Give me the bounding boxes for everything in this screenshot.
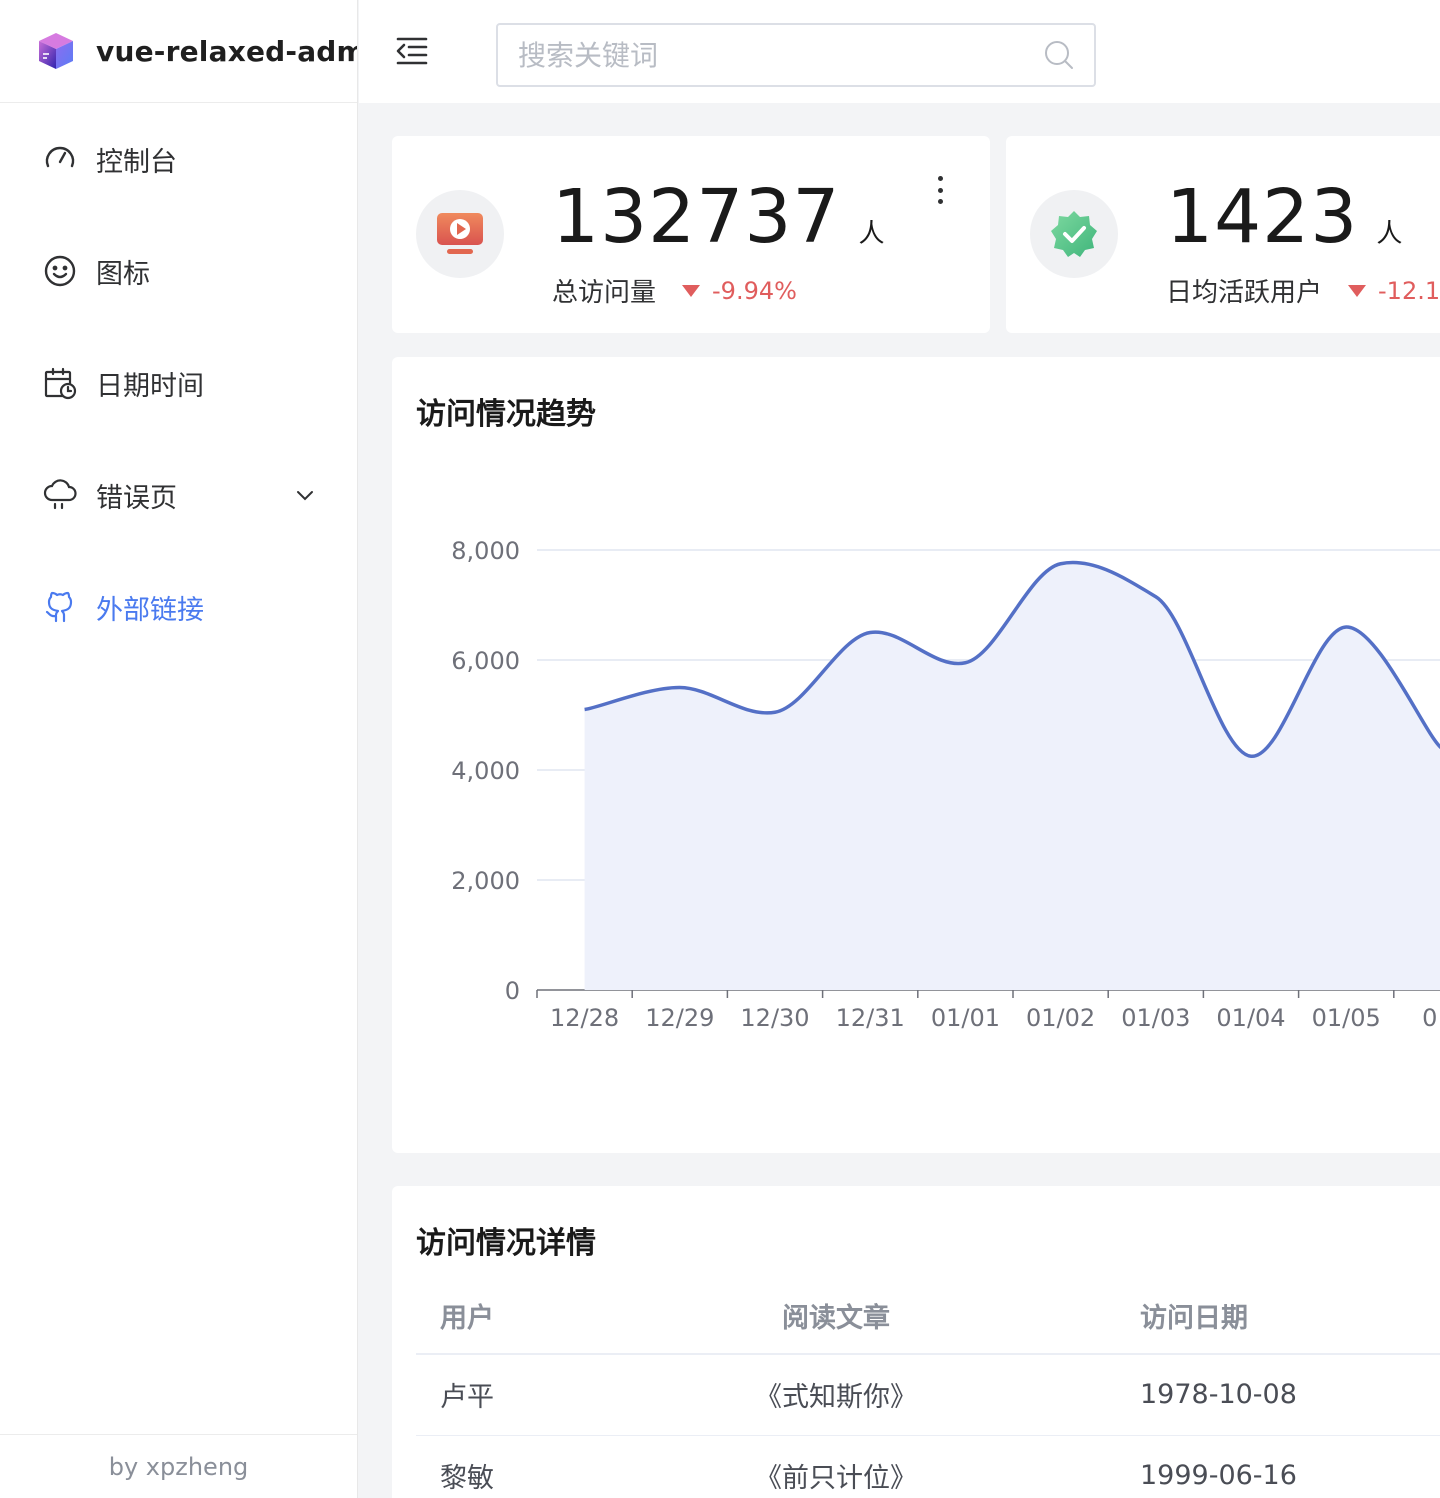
cell-date: 1978-10-08 bbox=[956, 1354, 1440, 1436]
table-title: 访问情况详情 bbox=[416, 1226, 596, 1261]
stat-label-row: 总访问量 -9.94% bbox=[552, 272, 797, 309]
stat-value: 132737 人 bbox=[552, 174, 886, 260]
stat-number: 132737 bbox=[552, 174, 841, 260]
visits-table: 用户 阅读文章 访问日期 卢平 《式知斯你》 1978-10-08 黎敏 《前只… bbox=[416, 1278, 1440, 1498]
y-tick-label: 4,000 bbox=[451, 757, 520, 785]
sidebar-item-label: 错误页 bbox=[96, 482, 177, 514]
search-input[interactable] bbox=[518, 38, 1044, 72]
sidebar-item-dashboard[interactable]: 控制台 bbox=[0, 103, 357, 215]
stat-label: 日均活跃用户 bbox=[1166, 278, 1323, 308]
x-tick-label: 12/29 bbox=[645, 1004, 714, 1032]
cube-logo-icon bbox=[39, 33, 73, 69]
stat-value: 1423 人 bbox=[1166, 174, 1403, 260]
x-tick-label: 01/ bbox=[1422, 1004, 1440, 1032]
stat-icon-container bbox=[416, 190, 504, 278]
sidebar-footer: by xpzheng bbox=[0, 1434, 357, 1498]
trend-down-icon bbox=[682, 284, 701, 297]
stat-change-value: -9.94% bbox=[712, 276, 797, 305]
verified-badge-icon bbox=[1051, 211, 1097, 257]
x-tick-label: 12/28 bbox=[550, 1004, 619, 1032]
top-header bbox=[359, 0, 1440, 103]
table-row[interactable]: 黎敏 《前只计位》 1999-06-16 bbox=[416, 1435, 1440, 1498]
x-tick-label: 01/04 bbox=[1216, 1004, 1285, 1032]
sidebar-item-label: 外部链接 bbox=[96, 594, 204, 626]
calendar-clock-icon bbox=[42, 365, 78, 401]
stat-unit: 人 bbox=[1376, 219, 1404, 249]
x-tick-label: 12/31 bbox=[836, 1004, 905, 1032]
visits-trend-chart: 0 2,000 4,000 6,000 8,000 12/28 12/29 12/30 12/3… bbox=[451, 537, 1440, 1032]
y-tick-label: 6,000 bbox=[451, 647, 520, 675]
sidebar-item-label: 日期时间 bbox=[96, 370, 204, 402]
sidebar-item-label: 控制台 bbox=[96, 146, 177, 178]
table-row[interactable]: 卢平 《式知斯你》 1978-10-08 bbox=[416, 1354, 1440, 1436]
search-icon[interactable] bbox=[1044, 40, 1074, 70]
stat-card-total-visits: 132737 人 总访问量 -9.94% bbox=[392, 136, 990, 333]
cloud-rain-icon bbox=[42, 477, 78, 513]
sidebar-item-label: 图标 bbox=[96, 258, 150, 290]
y-tick-label: 0 bbox=[505, 977, 520, 1005]
search-box[interactable] bbox=[496, 23, 1096, 87]
app-title: vue-relaxed-admin bbox=[96, 34, 357, 68]
column-header-user[interactable]: 用户 bbox=[416, 1278, 716, 1355]
column-header-article[interactable]: 阅读文章 bbox=[716, 1278, 956, 1355]
stat-change: -12.1 bbox=[1348, 277, 1440, 305]
cell-date: 1999-06-16 bbox=[956, 1435, 1440, 1498]
stat-change-value: -12.1 bbox=[1378, 276, 1440, 305]
stat-icon-container bbox=[1030, 190, 1118, 278]
cell-article: 《前只计位》 bbox=[716, 1435, 956, 1498]
stat-number: 1423 bbox=[1166, 174, 1359, 260]
series-area bbox=[584, 562, 1440, 990]
cell-article: 《式知斯你》 bbox=[716, 1354, 956, 1436]
dashboard-gauge-icon bbox=[42, 141, 78, 177]
x-tick-label: 01/05 bbox=[1312, 1004, 1381, 1032]
x-tick-label: 01/03 bbox=[1121, 1004, 1190, 1032]
sidebar: vue-relaxed-admin 控制台 图标 bbox=[0, 0, 358, 1498]
github-icon bbox=[42, 589, 78, 625]
x-tick-label: 01/01 bbox=[931, 1004, 1000, 1032]
y-tick-label: 2,000 bbox=[451, 867, 520, 895]
stat-unit: 人 bbox=[858, 219, 886, 249]
brand[interactable]: vue-relaxed-admin bbox=[0, 0, 357, 103]
sidebar-item-error-pages[interactable]: 错误页 bbox=[0, 439, 357, 551]
stat-label-row: 日均活跃用户 -12.1 bbox=[1166, 272, 1440, 309]
menu-collapse-icon[interactable] bbox=[395, 34, 429, 68]
trend-down-icon bbox=[1348, 284, 1367, 297]
smile-icon bbox=[42, 253, 78, 289]
sidebar-item-external-link[interactable]: 外部链接 bbox=[0, 551, 357, 663]
cell-user: 卢平 bbox=[416, 1354, 716, 1436]
table-card: 访问情况详情 用户 阅读文章 访问日期 卢平 《式知斯你》 1978-10-08… bbox=[392, 1186, 1440, 1498]
chevron-down-icon bbox=[297, 491, 313, 501]
column-header-date[interactable]: 访问日期 bbox=[956, 1278, 1440, 1355]
x-tick-label: 01/02 bbox=[1026, 1004, 1095, 1032]
sidebar-item-datetime[interactable]: 日期时间 bbox=[0, 327, 357, 439]
video-play-icon bbox=[437, 213, 483, 254]
cell-user: 黎敏 bbox=[416, 1435, 716, 1498]
stat-label: 总访问量 bbox=[552, 278, 657, 308]
sidebar-item-icons[interactable]: 图标 bbox=[0, 215, 357, 327]
stat-card-daily-active-users: 1423 人 日均活跃用户 -12.1 bbox=[1006, 136, 1440, 333]
sidebar-menu: 控制台 图标 日期时间 错误页 外部链接 bbox=[0, 103, 357, 663]
chart-card: 访问情况趋势 0 2,000 4,000 6,000 8,000 12/28 12/29 12… bbox=[392, 357, 1440, 1153]
stat-change: -9.94% bbox=[682, 277, 797, 305]
table-header-row: 用户 阅读文章 访问日期 bbox=[416, 1278, 1440, 1355]
x-tick-label: 12/30 bbox=[740, 1004, 809, 1032]
y-tick-label: 8,000 bbox=[451, 537, 520, 565]
more-vertical-icon[interactable] bbox=[930, 176, 950, 204]
